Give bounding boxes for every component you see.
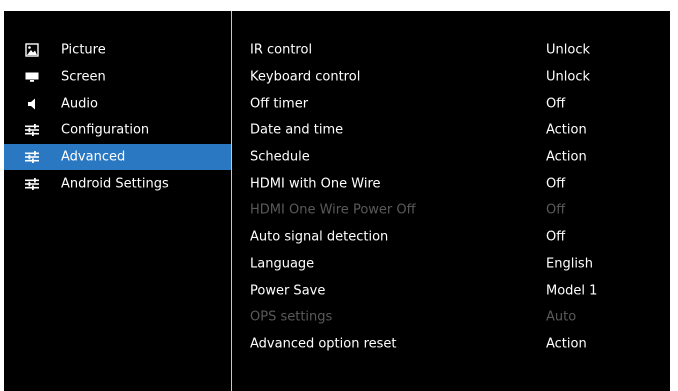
- screen-icon: [25, 72, 39, 82]
- setting-value: English: [546, 256, 593, 272]
- menu-item-audio[interactable]: Audio: [4, 90, 231, 117]
- setting-value: Action: [546, 336, 587, 352]
- menu-item-android-settings[interactable]: Android Settings: [4, 170, 231, 197]
- setting-row-hdmi-with-one-wire[interactable]: HDMI with One Wire Off: [232, 170, 670, 197]
- menu-item-configuration[interactable]: Configuration: [4, 117, 231, 144]
- setting-value: Action: [546, 149, 587, 165]
- setting-row-keyboard-control[interactable]: Keyboard control Unlock: [232, 64, 670, 91]
- setting-label: HDMI with One Wire: [250, 176, 381, 192]
- menu-item-label: Screen: [61, 69, 106, 85]
- setting-row-hdmi-one-wire-power-off: HDMI One Wire Power Off Off: [232, 197, 670, 224]
- setting-value: Action: [546, 122, 587, 138]
- setting-value: Unlock: [546, 69, 590, 85]
- settings-list: IR control Unlock Keyboard control Unloc…: [232, 37, 670, 357]
- menu-item-label: Advanced: [61, 149, 126, 165]
- menu-item-label: Configuration: [61, 122, 150, 138]
- sliders-icon: [25, 124, 39, 137]
- setting-label: Auto signal detection: [250, 229, 389, 245]
- menu-item-label: Android Settings: [61, 176, 169, 192]
- setting-value: Unlock: [546, 42, 590, 58]
- setting-row-off-timer[interactable]: Off timer Off: [232, 90, 670, 117]
- setting-row-auto-signal-detection[interactable]: Auto signal detection Off: [232, 224, 670, 251]
- picture-icon: [25, 43, 39, 58]
- sliders-icon: [25, 177, 39, 190]
- setting-label: IR control: [250, 42, 313, 58]
- menu-item-picture[interactable]: Picture: [4, 37, 231, 64]
- audio-icon: [28, 98, 35, 110]
- setting-row-ops-settings: OPS settings Auto: [232, 304, 670, 331]
- setting-row-schedule[interactable]: Schedule Action: [232, 144, 670, 171]
- menu-item-label: Audio: [61, 96, 98, 112]
- menu-item-screen[interactable]: Screen: [4, 64, 231, 91]
- setting-row-advanced-option-reset[interactable]: Advanced option reset Action: [232, 331, 670, 358]
- setting-label: Off timer: [250, 96, 309, 112]
- setting-value: Model 1: [546, 283, 598, 299]
- main-menu: Picture Screen Audio Configuration Advan…: [4, 37, 231, 197]
- menu-item-label: Picture: [61, 42, 106, 58]
- setting-row-date-and-time[interactable]: Date and time Action: [232, 117, 670, 144]
- setting-label: Schedule: [250, 149, 310, 165]
- osd-screen: Picture Screen Audio Configuration Advan…: [4, 11, 670, 391]
- setting-value: Off: [546, 176, 566, 192]
- setting-label: OPS settings: [250, 309, 333, 325]
- setting-label: Keyboard control: [250, 69, 361, 85]
- setting-label: Date and time: [250, 122, 344, 138]
- setting-row-ir-control[interactable]: IR control Unlock: [232, 37, 670, 64]
- setting-value: Auto: [546, 309, 577, 325]
- menu-item-advanced[interactable]: Advanced: [4, 143, 231, 171]
- setting-row-power-save[interactable]: Power Save Model 1: [232, 277, 670, 304]
- setting-value: Off: [546, 229, 566, 245]
- setting-label: Advanced option reset: [250, 336, 397, 352]
- setting-label: HDMI One Wire Power Off: [250, 202, 416, 218]
- setting-label: Language: [250, 256, 315, 272]
- setting-label: Power Save: [250, 283, 326, 299]
- setting-value: Off: [546, 96, 566, 112]
- sliders-icon: [25, 151, 39, 164]
- setting-row-language[interactable]: Language English: [232, 251, 670, 278]
- setting-value: Off: [546, 202, 566, 218]
